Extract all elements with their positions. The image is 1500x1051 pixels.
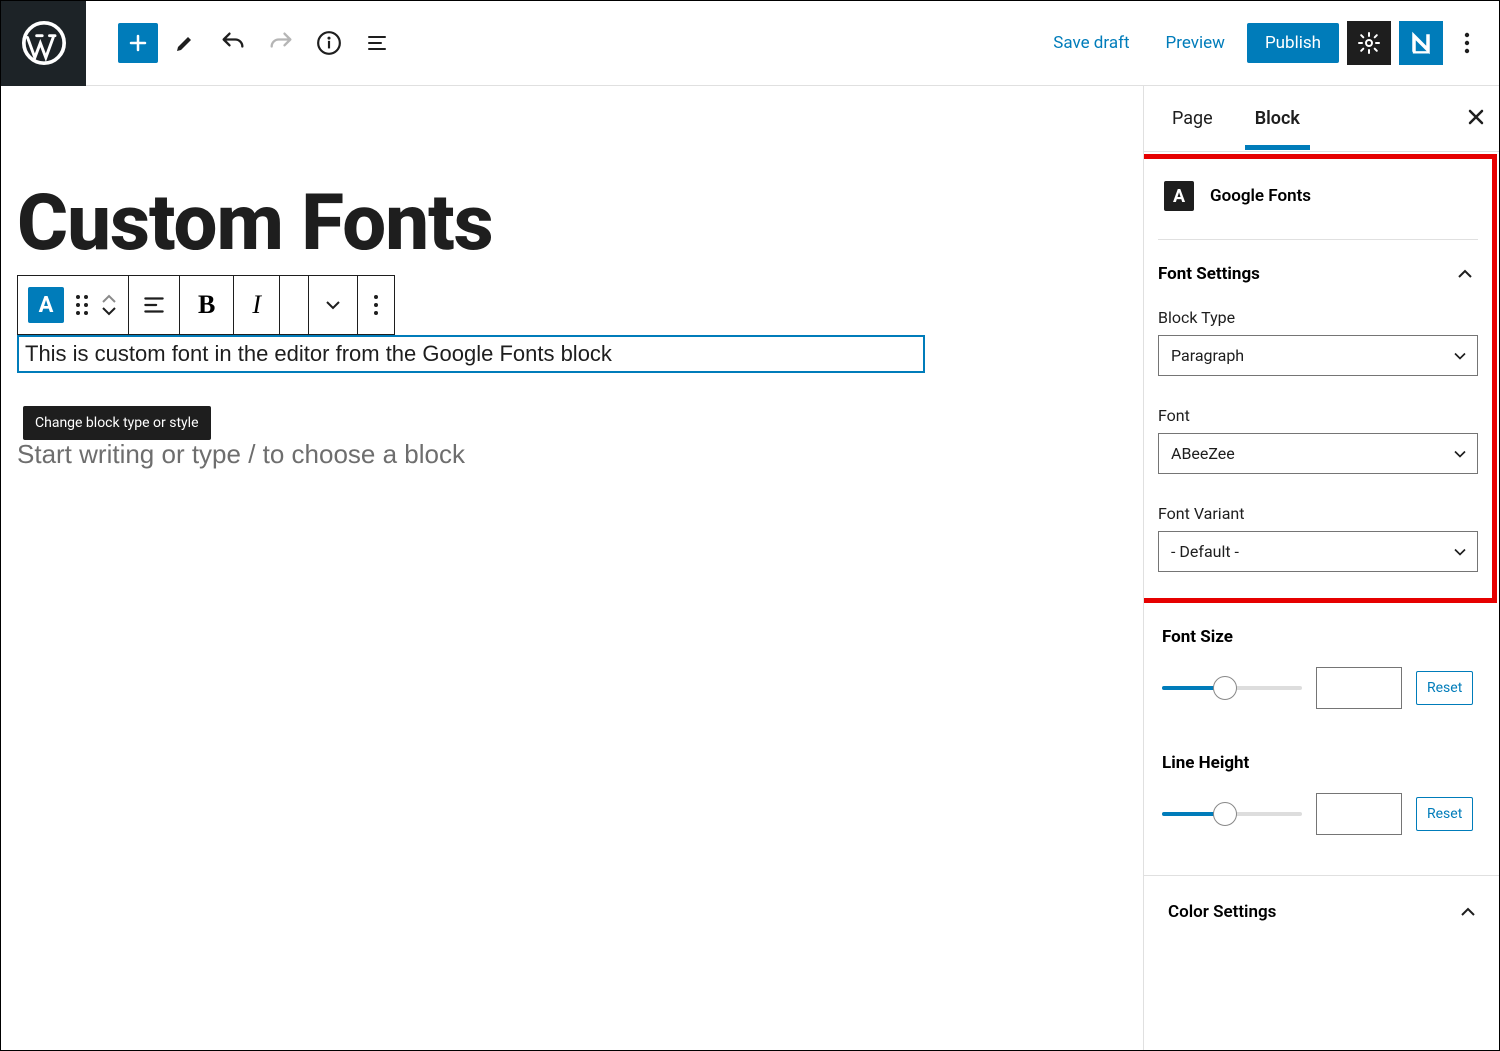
n-icon: [1407, 29, 1435, 57]
line-height-row: Reset: [1162, 793, 1481, 835]
edit-mode-button[interactable]: [164, 22, 206, 64]
main-area: Custom Fonts A B I: [1, 86, 1499, 1050]
link-button[interactable]: [280, 276, 309, 334]
list-icon: [365, 31, 389, 55]
line-height-slider[interactable]: [1162, 812, 1302, 816]
font-size-reset-button[interactable]: Reset: [1416, 671, 1473, 705]
font-label: Font: [1158, 406, 1478, 425]
wordpress-icon: [22, 21, 66, 65]
sidebar-tabs: Page Block: [1144, 86, 1499, 152]
slider-thumb[interactable]: [1213, 802, 1237, 826]
align-left-icon: [141, 292, 167, 318]
info-button[interactable]: [308, 22, 350, 64]
editor-canvas[interactable]: Custom Fonts A B I: [1, 86, 1144, 1050]
top-bar: Save draft Preview Publish: [1, 1, 1499, 86]
page-title[interactable]: Custom Fonts: [17, 178, 1143, 269]
line-height-label: Line Height: [1162, 753, 1481, 773]
line-height-input[interactable]: [1316, 793, 1402, 835]
undo-button[interactable]: [212, 22, 254, 64]
panel-below: Font Size Reset Line Height Reset: [1144, 603, 1499, 922]
outline-button[interactable]: [356, 22, 398, 64]
redo-button[interactable]: [260, 22, 302, 64]
block-type-label: Block Type: [1158, 308, 1478, 327]
block-type-select[interactable]: Paragraph: [1158, 335, 1478, 376]
plus-icon: [126, 31, 150, 55]
section-font-settings[interactable]: Font Settings: [1158, 262, 1478, 300]
block-options-button[interactable]: [358, 276, 394, 334]
highlighted-panel: A Google Fonts Font Settings Block Type …: [1144, 154, 1497, 603]
slider-thumb[interactable]: [1213, 676, 1237, 700]
kebab-icon: [1464, 32, 1470, 54]
italic-button[interactable]: I: [234, 276, 280, 334]
tooltip-change-type: Change block type or style: [23, 406, 211, 440]
chevron-down-icon: [323, 299, 343, 311]
align-button[interactable]: [129, 276, 180, 334]
pencil-icon: [173, 31, 197, 55]
toolbar-right: Save draft Preview Publish: [1039, 21, 1499, 65]
redo-icon: [267, 29, 295, 57]
preview-button[interactable]: Preview: [1152, 25, 1239, 61]
font-select[interactable]: ABeeZee: [1158, 433, 1478, 474]
save-draft-button[interactable]: Save draft: [1039, 25, 1143, 61]
chevron-up-icon: [1456, 268, 1474, 280]
chevron-up-icon: [1459, 906, 1477, 918]
chevron-down-icon: [100, 305, 118, 317]
chevron-up-icon: [100, 293, 118, 305]
panel-header: A Google Fonts: [1158, 175, 1478, 240]
font-block-icon: A: [28, 287, 64, 323]
close-sidebar-button[interactable]: [1467, 107, 1485, 131]
more-options-button[interactable]: [1451, 21, 1483, 65]
field-font: Font ABeeZee: [1158, 406, 1478, 474]
section-label: Font Settings: [1158, 264, 1260, 284]
google-fonts-block[interactable]: This is custom font in the editor from t…: [17, 335, 925, 373]
bold-icon: B: [198, 290, 215, 320]
gear-icon: [1357, 31, 1381, 55]
line-height-reset-button[interactable]: Reset: [1416, 797, 1473, 831]
info-icon: [316, 30, 342, 56]
section-label: Color Settings: [1168, 902, 1276, 922]
font-block-icon: A: [1164, 181, 1194, 211]
add-block-button[interactable]: [118, 23, 158, 63]
tab-block[interactable]: Block: [1245, 88, 1310, 149]
field-font-variant: Font Variant - Default -: [1158, 504, 1478, 572]
block-type-button[interactable]: A: [18, 276, 129, 334]
bold-button[interactable]: B: [180, 276, 234, 334]
section-color-settings[interactable]: Color Settings: [1144, 875, 1499, 922]
drag-handle-icon[interactable]: [76, 295, 88, 315]
font-size-slider[interactable]: [1162, 686, 1302, 690]
toolbar-left: [86, 22, 398, 64]
font-size-label: Font Size: [1162, 627, 1481, 647]
editor-placeholder[interactable]: Start writing or type / to choose a bloc…: [17, 439, 1143, 470]
more-rich-button[interactable]: [309, 276, 358, 334]
move-updown[interactable]: [100, 293, 118, 317]
font-size-input[interactable]: [1316, 667, 1402, 709]
wordpress-logo[interactable]: [1, 1, 86, 86]
tab-page[interactable]: Page: [1162, 88, 1223, 149]
font-variant-label: Font Variant: [1158, 504, 1478, 523]
block-toolbar: A B I: [17, 275, 395, 335]
publish-button[interactable]: Publish: [1247, 23, 1339, 63]
kebab-icon: [374, 295, 378, 315]
undo-icon: [219, 29, 247, 57]
panel-title: Google Fonts: [1210, 186, 1311, 206]
field-block-type: Block Type Paragraph: [1158, 308, 1478, 376]
font-size-row: Reset: [1162, 667, 1481, 709]
plugin-button[interactable]: [1399, 21, 1443, 65]
font-variant-select[interactable]: - Default -: [1158, 531, 1478, 572]
close-icon: [1467, 108, 1485, 126]
settings-sidebar: Page Block A Google Fonts Font Settings …: [1144, 86, 1499, 1050]
italic-icon: I: [252, 290, 261, 320]
settings-button[interactable]: [1347, 21, 1391, 65]
